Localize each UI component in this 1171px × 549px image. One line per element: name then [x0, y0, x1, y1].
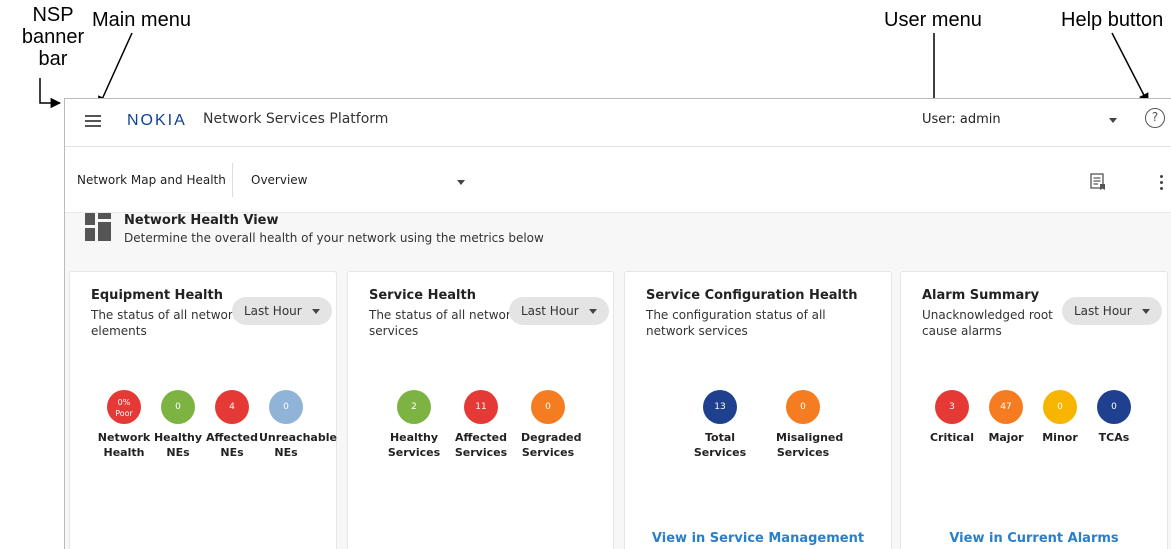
metric-affected-nes[interactable]: 4 Affected NEs	[205, 390, 259, 460]
metric-label: Misaligned Services	[776, 431, 844, 459]
metric-unreachable-nes[interactable]: 0 Unreachable NEs	[259, 390, 337, 460]
metric-label: Healthy NEs	[153, 431, 203, 459]
metric-label: Healthy Services	[387, 431, 441, 459]
card-title: Alarm Summary	[922, 288, 1040, 303]
more-options-icon[interactable]	[1160, 175, 1164, 191]
annotation-nsp-line: NSP	[32, 4, 74, 26]
metric-circle: 0% Poor	[107, 390, 141, 424]
alarm-summary-card: Alarm Summary Unacknowledged root cause …	[900, 271, 1168, 549]
metric-label: Degraded Services	[521, 431, 582, 459]
metric-label: Minor	[1042, 431, 1078, 444]
equipment-health-card: Equipment Health The status of all netwo…	[69, 271, 337, 549]
annotation-nsp-banner-bar: NSP banner bar	[20, 4, 86, 70]
main-menu-icon[interactable]	[85, 113, 101, 127]
nokia-logo: NOKIA	[127, 112, 187, 129]
arrow-nsp-banner	[39, 78, 62, 109]
card-title: Equipment Health	[91, 288, 223, 303]
view-toolbar: Network Map and Health Overview	[65, 147, 1171, 213]
arrow-help-button	[1111, 32, 1149, 104]
page-subtitle: Determine the overall health of your net…	[124, 231, 544, 245]
metric-critical-alarms[interactable]: 3 Critical	[925, 390, 979, 445]
metric-circle: 13	[703, 390, 737, 424]
metric-label: Major	[988, 431, 1024, 444]
view-select-caret-icon[interactable]	[457, 180, 465, 185]
view-select[interactable]: Overview	[251, 173, 308, 187]
time-range-dropdown[interactable]: Last Hour	[509, 297, 609, 325]
nsp-app: NOKIA Network Services Platform User: ad…	[64, 98, 1171, 549]
metric-label: Total Services	[693, 431, 747, 459]
card-description: The status of all network services	[369, 308, 518, 338]
metric-value: 0%	[117, 398, 131, 407]
metric-misaligned-services[interactable]: 0 Misaligned Services	[776, 390, 844, 460]
metric-label: Affected NEs	[206, 431, 258, 459]
view-in-current-alarms-link[interactable]: View in Current Alarms	[901, 531, 1167, 546]
metric-subvalue: Poor	[115, 409, 133, 418]
annotation-bar-line: bar	[38, 48, 68, 70]
service-configuration-health-card: Service Configuration Health The configu…	[624, 271, 892, 549]
metric-label: Critical	[929, 431, 974, 444]
annotation-user-menu: User menu	[884, 9, 982, 31]
service-health-card: Service Health The status of all network…	[347, 271, 614, 549]
dashboard-layout-icon	[85, 213, 111, 241]
annotation-main-menu: Main menu	[92, 9, 191, 31]
metric-affected-services[interactable]: 11 Affected Services	[454, 390, 508, 460]
card-description: The status of all network elements	[91, 308, 240, 338]
metric-degraded-services[interactable]: 0 Degraded Services	[521, 390, 582, 460]
annotation-help-button: Help button	[1061, 9, 1164, 31]
help-icon[interactable]: ?	[1145, 108, 1165, 128]
card-title: Service Health	[369, 288, 476, 303]
metric-healthy-services[interactable]: 2 Healthy Services	[387, 390, 441, 460]
metric-circle: 0	[786, 390, 820, 424]
arrow-main-menu	[98, 32, 133, 107]
metric-major-alarms[interactable]: 47 Major	[979, 390, 1033, 445]
user-menu-label[interactable]: User: admin	[922, 112, 1001, 127]
metric-circle: 4	[215, 390, 249, 424]
metric-network-health[interactable]: 0% Poor Network Health	[97, 390, 151, 460]
metric-circle: 0	[1043, 390, 1077, 424]
metric-healthy-nes[interactable]: 0 Healthy NEs	[151, 390, 205, 460]
metric-circle: 0	[161, 390, 195, 424]
annotation-banner-line: banner	[21, 26, 85, 48]
metric-minor-alarms[interactable]: 0 Minor	[1033, 390, 1087, 445]
breadcrumb-network-map-and-health[interactable]: Network Map and Health	[77, 173, 226, 187]
metric-tca-alarms[interactable]: 0 TCAs	[1087, 390, 1141, 445]
card-description: Unacknowledged root cause alarms	[922, 308, 1053, 338]
metric-circle: 0	[1097, 390, 1131, 424]
metric-total-services[interactable]: 13 Total Services	[693, 390, 747, 460]
metric-label: Unreachable NEs	[259, 431, 337, 459]
metric-label: TCAs	[1098, 431, 1130, 444]
report-icon[interactable]	[1090, 173, 1106, 191]
time-range-dropdown[interactable]: Last Hour	[1062, 297, 1162, 325]
card-title: Service Configuration Health	[646, 288, 858, 303]
page-title: Network Health View	[124, 213, 279, 228]
metric-circle: 0	[269, 390, 303, 424]
user-menu-caret-icon[interactable]	[1109, 118, 1117, 123]
metric-label: Affected Services	[454, 431, 508, 459]
toolbar-divider	[232, 163, 233, 197]
app-title: Network Services Platform	[203, 111, 389, 127]
nsp-banner-bar: NOKIA Network Services Platform User: ad…	[65, 99, 1171, 147]
metric-label: Network Health	[97, 431, 151, 459]
metric-circle: 3	[935, 390, 969, 424]
metric-circle: 47	[989, 390, 1023, 424]
metric-circle: 11	[464, 390, 498, 424]
metric-circle: 2	[397, 390, 431, 424]
view-in-service-management-link[interactable]: View in Service Management	[625, 531, 891, 546]
card-description: The configuration status of all network …	[646, 308, 826, 338]
dashboard-content: Network Health View Determine the overal…	[65, 213, 1171, 549]
time-range-dropdown[interactable]: Last Hour	[232, 297, 332, 325]
metric-circle: 0	[531, 390, 565, 424]
